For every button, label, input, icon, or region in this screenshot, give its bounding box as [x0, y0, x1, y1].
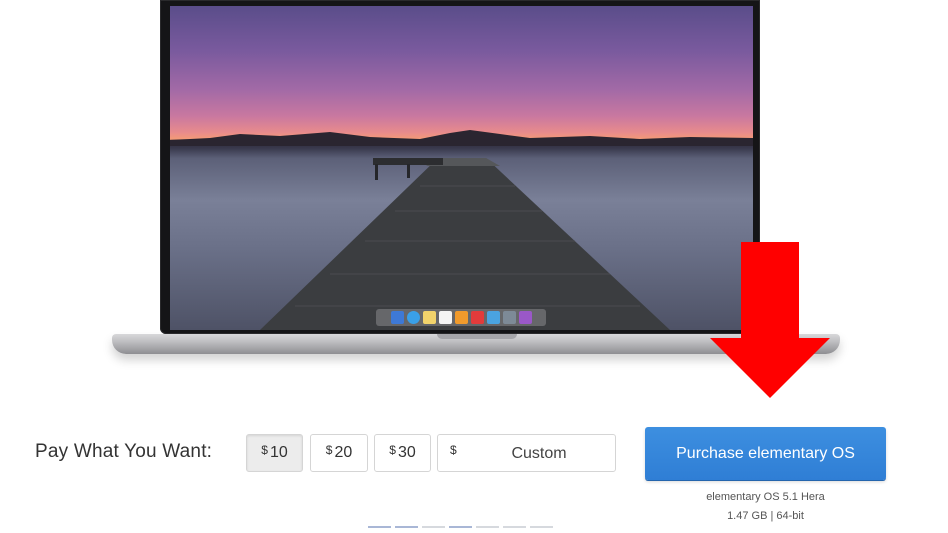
music-icon[interactable] — [454, 311, 468, 324]
amount-10-button[interactable]: $ 10 — [246, 434, 303, 472]
appcenter-icon[interactable] — [518, 311, 532, 324]
videos-icon[interactable] — [470, 311, 484, 324]
carousel-dot[interactable] — [503, 526, 526, 528]
amount-20-button[interactable]: $ 20 — [310, 434, 368, 472]
wooden-pier — [260, 158, 670, 330]
amount-value: 10 — [269, 444, 288, 461]
custom-amount-field[interactable]: $ — [437, 434, 616, 473]
carousel-indicator — [368, 526, 553, 528]
laptop-notch — [437, 334, 517, 339]
amount-value: 30 — [397, 444, 416, 461]
calendar-icon[interactable] — [438, 311, 452, 324]
files-icon[interactable] — [390, 311, 404, 324]
currency-symbol: $ — [325, 443, 333, 457]
currency-symbol: $ — [450, 443, 457, 457]
red-arrow-down-icon — [710, 242, 830, 398]
carousel-dot[interactable] — [449, 526, 472, 528]
purchase-button[interactable]: Purchase elementary OS — [645, 427, 886, 480]
release-info: elementary OS 5.1 Hera 1.47 GB | 64-bit — [645, 488, 886, 526]
web-browser-icon[interactable] — [406, 311, 420, 324]
carousel-dot[interactable] — [368, 526, 391, 528]
carousel-dot[interactable] — [422, 526, 445, 528]
photos-icon[interactable] — [486, 311, 500, 324]
release-details: 1.47 GB | 64-bit — [727, 510, 804, 522]
amount-30-button[interactable]: $ 30 — [374, 434, 431, 472]
carousel-dot[interactable] — [530, 526, 553, 528]
settings-icon[interactable] — [502, 311, 516, 324]
dock — [376, 309, 546, 326]
carousel-dot[interactable] — [476, 526, 499, 528]
pay-what-you-want-label: Pay What You Want: — [35, 441, 213, 462]
currency-symbol: $ — [261, 443, 268, 457]
amount-value: 20 — [334, 444, 353, 461]
carousel-dot[interactable] — [395, 526, 418, 528]
release-name: elementary OS 5.1 Hera — [706, 491, 825, 503]
desktop-wallpaper — [170, 6, 753, 330]
currency-symbol: $ — [389, 443, 396, 457]
mail-icon[interactable] — [422, 311, 436, 324]
custom-amount-input[interactable] — [462, 435, 616, 473]
